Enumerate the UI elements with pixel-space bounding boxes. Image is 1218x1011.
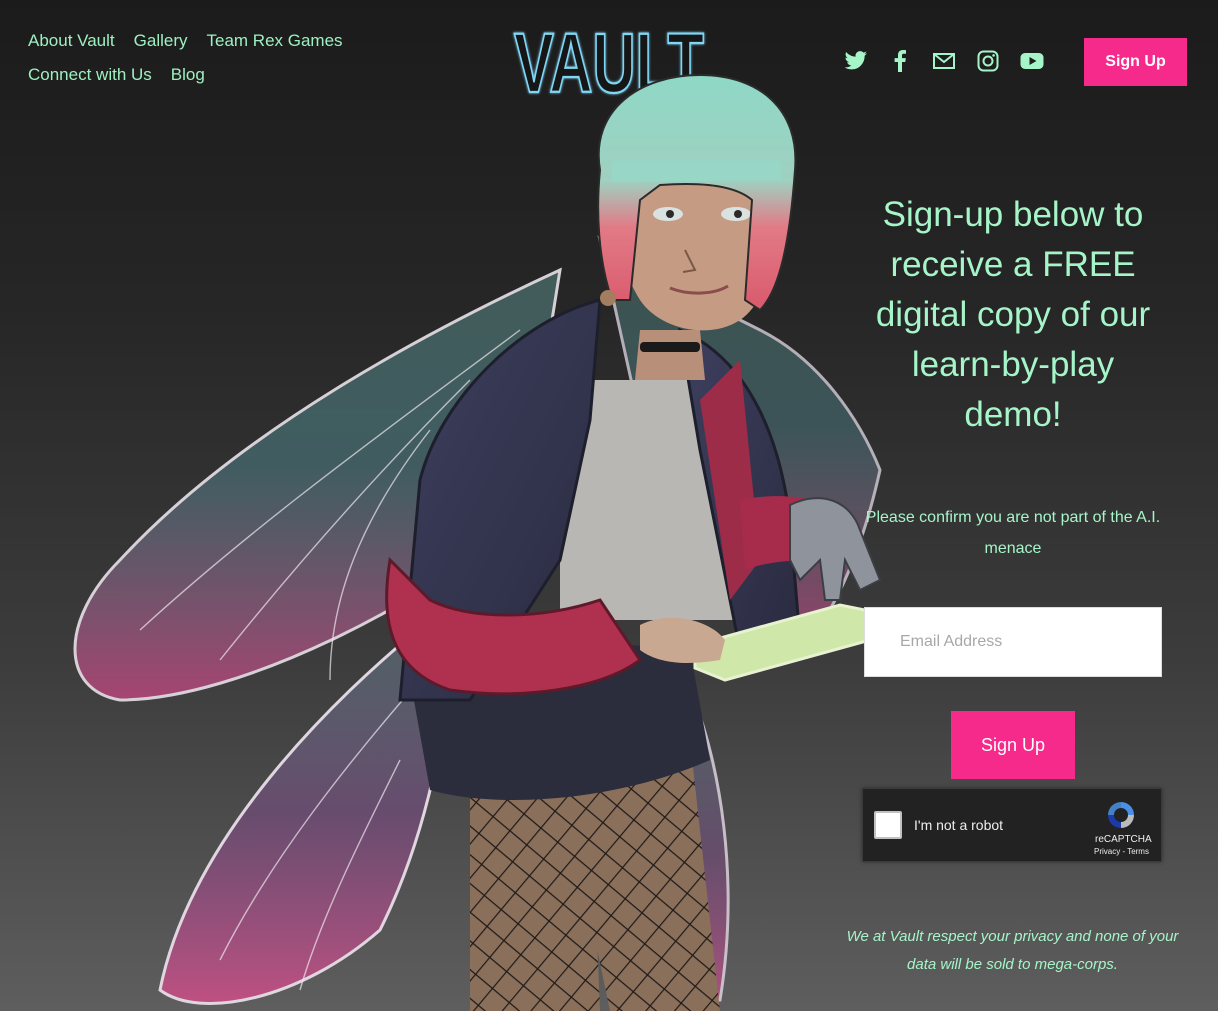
recaptcha-icon [1108, 802, 1134, 828]
header-signup-button[interactable]: Sign Up [1084, 38, 1187, 86]
recaptcha-links[interactable]: Privacy - Terms [1094, 847, 1149, 856]
nav-team-rex-games[interactable]: Team Rex Games [207, 30, 343, 52]
form-signup-button[interactable]: Sign Up [951, 711, 1075, 779]
nav-gallery[interactable]: Gallery [134, 30, 188, 52]
recaptcha-brand: reCAPTCHA [1095, 834, 1152, 845]
recaptcha-label: I'm not a robot [914, 817, 1004, 833]
recaptcha-checkbox[interactable] [874, 811, 902, 839]
youtube-icon[interactable] [1019, 48, 1045, 74]
email-field[interactable] [864, 607, 1162, 677]
recaptcha-widget: I'm not a robot reCAPTCHA Privacy - Term… [862, 788, 1162, 862]
privacy-note: We at Vault respect your privacy and non… [846, 928, 1179, 973]
email-icon[interactable] [931, 48, 957, 74]
fairy-character-illustration [73, 73, 882, 1011]
instagram-icon[interactable] [975, 48, 1001, 74]
nav-about-vault[interactable]: About Vault [28, 30, 115, 52]
ai-confirm-text: Please confirm you are not part of the A… [865, 509, 1161, 557]
signup-headline: Sign-up below to receive a FREE digital … [875, 195, 1151, 434]
